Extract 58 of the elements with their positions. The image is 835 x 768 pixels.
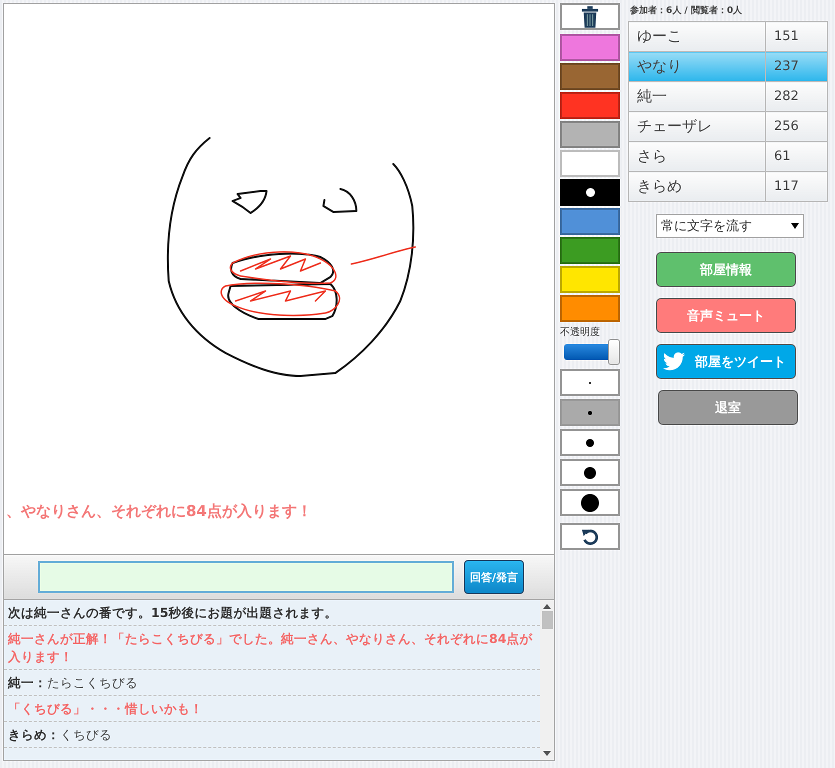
color-swatch[interactable] bbox=[560, 266, 620, 293]
chat-message: くちびる bbox=[60, 727, 112, 742]
color-swatch[interactable] bbox=[560, 237, 620, 264]
text-mode-dropdown[interactable]: 常に文字を流す bbox=[656, 214, 804, 238]
alert-message: 「くちびる」・・・惜しいかも！ bbox=[8, 700, 204, 718]
trash-icon bbox=[581, 6, 599, 28]
trash-button[interactable] bbox=[560, 3, 620, 30]
bird-icon bbox=[663, 352, 685, 371]
chat-author: きらめ： bbox=[8, 727, 60, 742]
color-swatch[interactable] bbox=[560, 63, 620, 90]
player-name: やなり bbox=[628, 52, 766, 82]
player-score: 237 bbox=[766, 52, 828, 82]
player-row[interactable]: さら 61 bbox=[628, 142, 828, 172]
color-swatch[interactable] bbox=[560, 92, 620, 119]
player-name: 純一 bbox=[628, 82, 766, 112]
answer-input-field[interactable] bbox=[38, 561, 454, 593]
chat-message: たらこくちびる bbox=[47, 675, 138, 690]
brush-dot-icon bbox=[588, 410, 592, 414]
system-message: 次は純一さんの番です。15秒後にお題が出題されます。 bbox=[8, 604, 338, 622]
player-name: さら bbox=[628, 142, 766, 172]
color-swatch[interactable] bbox=[560, 179, 620, 206]
color-swatch[interactable] bbox=[560, 121, 620, 148]
player-row[interactable]: きらめ 117 bbox=[628, 172, 828, 202]
brush-dot-icon bbox=[581, 494, 599, 512]
player-score: 151 bbox=[766, 22, 828, 52]
player-score: 282 bbox=[766, 82, 828, 112]
tweet-button[interactable]: 部屋をツイート bbox=[656, 344, 796, 379]
brush-dot-icon bbox=[586, 438, 594, 446]
player-name: ゆーこ bbox=[628, 22, 766, 52]
brush-size-button[interactable] bbox=[560, 429, 620, 456]
player-row[interactable]: 純一 282 bbox=[628, 82, 828, 112]
scrollbar-drawing[interactable] bbox=[540, 600, 554, 760]
player-row[interactable]: チェーザレ 256 bbox=[628, 112, 828, 142]
player-name: きらめ bbox=[628, 172, 766, 202]
alert-message: 純一さんが正解！「たらこくちびる」でした。純一さん、やなりさん、それぞれに84点が入ります！ bbox=[8, 630, 534, 666]
selected-dot-icon bbox=[586, 188, 594, 197]
brush-size-button[interactable] bbox=[560, 489, 620, 516]
undo-icon bbox=[581, 528, 599, 546]
caret-icon bbox=[791, 223, 799, 229]
brush-size-button[interactable] bbox=[560, 459, 620, 486]
color-swatch[interactable] bbox=[560, 34, 620, 61]
ticker-message: 、やなりさん、それぞれに84点が入ります！ bbox=[6, 502, 312, 521]
opacity-label: 不透明度 bbox=[560, 326, 601, 339]
player-score: 61 bbox=[766, 142, 828, 172]
player-row[interactable]: ゆーこ 151 bbox=[628, 22, 828, 52]
brush-dot-icon bbox=[584, 466, 596, 478]
chat-author: 純一： bbox=[8, 675, 47, 690]
participant-count: 参加者：6人 / 閲覧者：0人 bbox=[630, 4, 744, 18]
color-swatch[interactable] bbox=[560, 208, 620, 235]
answer-send-button[interactable]: 回答/発言 bbox=[464, 560, 524, 594]
undo-button[interactable] bbox=[560, 523, 620, 550]
color-swatch[interactable] bbox=[560, 150, 620, 177]
player-row[interactable]: やなり 237 bbox=[628, 52, 828, 82]
color-swatch[interactable] bbox=[560, 295, 620, 322]
player-score: 117 bbox=[766, 172, 828, 202]
player-score: 256 bbox=[766, 112, 828, 142]
player-name: チェーザレ bbox=[628, 112, 766, 142]
leave-button[interactable]: 退室 bbox=[658, 390, 798, 425]
